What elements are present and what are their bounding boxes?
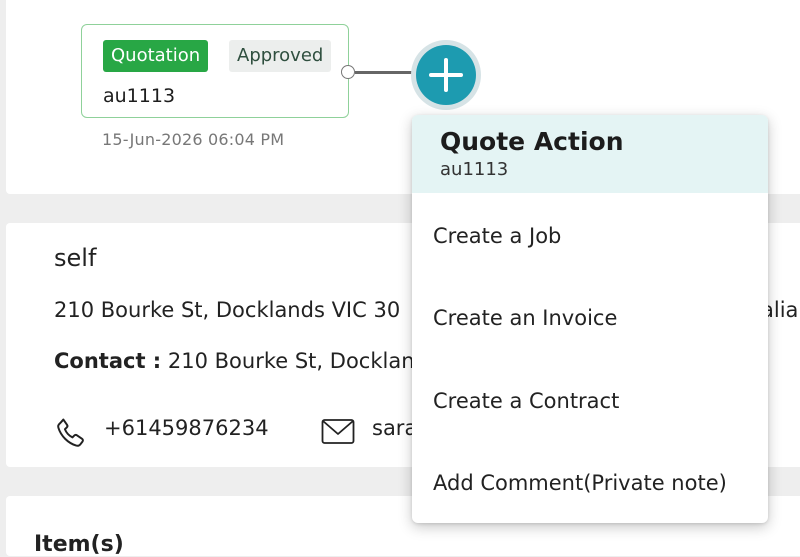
phone-number[interactable]: +61459876234 (104, 416, 269, 440)
customer-address: 210 Bourke St, Docklands VIC 30 (54, 298, 401, 322)
contact-label: Contact : (54, 349, 162, 373)
menu-title: Quote Action (440, 127, 624, 156)
plus-icon (416, 45, 476, 105)
mail-icon (321, 418, 355, 450)
quote-action-menu: Quote Action au1113 Create a Job Create … (412, 115, 768, 523)
email-address[interactable]: sara (372, 416, 417, 440)
quotation-badge: Quotation (103, 40, 209, 72)
connector-line (355, 71, 415, 74)
menu-item-create-invoice[interactable]: Create an Invoice (412, 283, 768, 353)
menu-subtitle: au1113 (440, 159, 509, 180)
menu-item-create-contract[interactable]: Create a Contract (412, 366, 768, 436)
stage-date: 15-Jun-2026 06:04 PM (102, 130, 285, 149)
add-action-button[interactable] (411, 40, 481, 110)
menu-header: Quote Action au1113 (412, 115, 768, 193)
quote-number: au1113 (103, 85, 176, 107)
items-heading: Item(s) (34, 532, 124, 557)
phone-icon (54, 416, 88, 454)
status-badge: Approved (229, 40, 332, 72)
menu-item-create-job[interactable]: Create a Job (412, 201, 768, 271)
contact-row: Contact : 210 Bourke St, Docklan (54, 349, 415, 373)
quotation-stage-node[interactable]: Quotation Approved au1113 (81, 24, 349, 118)
connector-dot (341, 65, 355, 79)
customer-name: self (54, 244, 97, 272)
contact-value: 210 Bourke St, Docklan (167, 349, 415, 373)
menu-item-add-comment[interactable]: Add Comment(Private note) (412, 448, 768, 518)
